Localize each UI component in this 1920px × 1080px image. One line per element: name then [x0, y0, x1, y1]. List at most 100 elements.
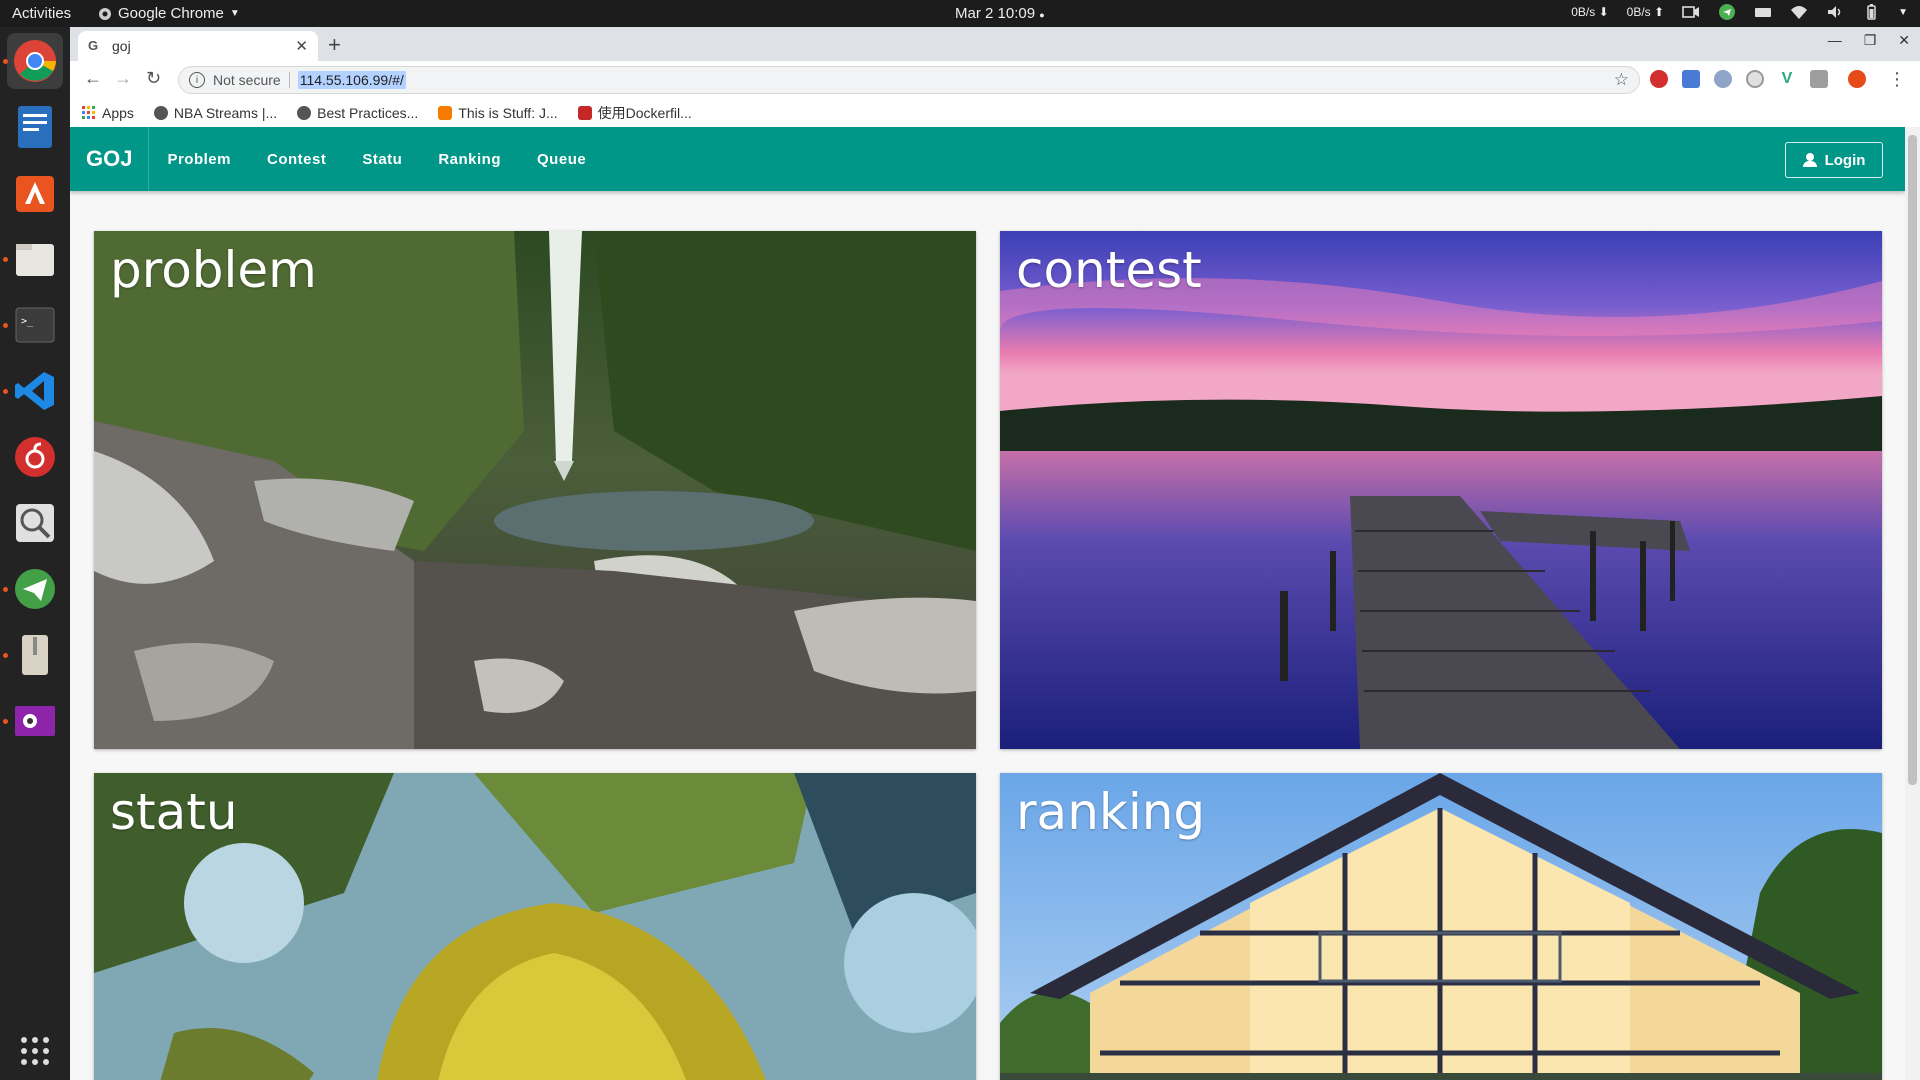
- dock-video[interactable]: [7, 693, 63, 749]
- bookmark-dockerfile[interactable]: 使用Dockerfil...: [577, 103, 692, 123]
- system-top-bar: Activities Google Chrome ▼ Mar 2 10:09 ●…: [0, 0, 1920, 27]
- bookmark-apps[interactable]: Apps: [82, 105, 134, 121]
- nav-statu[interactable]: Statu: [344, 151, 420, 168]
- new-tab-icon[interactable]: +: [328, 32, 341, 58]
- card-ranking[interactable]: ranking: [1000, 773, 1882, 1080]
- bookmark-nba-streams[interactable]: NBA Streams |...: [153, 105, 277, 121]
- bookmark-label: Best Practices...: [317, 105, 419, 121]
- profile-avatar-icon[interactable]: [1848, 70, 1866, 88]
- telegram-icon: [15, 569, 55, 609]
- chrome-icon: [14, 40, 56, 82]
- bookmark-best-practices[interactable]: Best Practices...: [297, 105, 418, 121]
- show-applications[interactable]: [7, 1023, 63, 1079]
- bookmark-label: This is Stuff: J...: [458, 105, 558, 121]
- net-up-speed: 0B/s ⬆: [1627, 5, 1664, 19]
- globe-icon: [153, 106, 168, 120]
- dock-archive[interactable]: [7, 627, 63, 683]
- tab-title: goj: [112, 38, 131, 54]
- video-player-icon: [15, 706, 55, 736]
- running-indicator: [3, 587, 8, 592]
- chrome-small-icon: [99, 7, 111, 20]
- card-contest[interactable]: contest: [1000, 231, 1882, 749]
- apps-grid-icon: [82, 106, 95, 119]
- card-problem[interactable]: problem: [94, 231, 976, 749]
- running-indicator: [3, 653, 8, 658]
- bookmark-this-is-stuff[interactable]: This is Stuff: J...: [438, 105, 558, 121]
- tray-caret-icon[interactable]: ▼: [1898, 7, 1908, 18]
- running-indicator: [3, 389, 8, 394]
- globe-icon: [297, 106, 312, 120]
- document-writer-icon: [18, 106, 52, 148]
- nav-contest[interactable]: Contest: [249, 151, 344, 168]
- dock-telegram[interactable]: [7, 561, 63, 617]
- notification-dot-icon: ●: [1039, 10, 1045, 20]
- wifi-icon[interactable]: [1790, 4, 1808, 20]
- adblock-extension-icon[interactable]: [1650, 70, 1668, 88]
- download-extension-icon[interactable]: [1810, 70, 1828, 88]
- lake-dock-image: [1000, 231, 1882, 749]
- arrow-up-icon: ⬆: [1654, 5, 1665, 19]
- page-viewport: GOJ Problem Contest Statu Ranking Queue …: [70, 127, 1920, 1080]
- dock-terminal[interactable]: >_: [7, 297, 63, 353]
- forward-icon[interactable]: →: [114, 68, 132, 89]
- telegram-tray-icon[interactable]: [1718, 4, 1736, 20]
- close-tab-icon[interactable]: ✕: [295, 37, 308, 55]
- svg-text:>_: >_: [21, 316, 34, 327]
- url-text[interactable]: 114.55.106.99/#/: [297, 71, 406, 89]
- page-scrollbar[interactable]: [1905, 127, 1920, 1080]
- system-tray[interactable]: 0B/s ⬇ 0B/s ⬆ ▼: [1571, 4, 1908, 20]
- screen-record-icon[interactable]: [1682, 4, 1700, 20]
- restore-icon[interactable]: ❐: [1864, 32, 1877, 49]
- scrollbar-thumb[interactable]: [1908, 135, 1917, 785]
- nav-ranking[interactable]: Ranking: [420, 151, 519, 168]
- magnifier-icon: [16, 504, 54, 542]
- browser-window: G goj ✕ + — ❐ ✕ ← → ↻ i Not secure 114.5…: [70, 27, 1920, 1080]
- dock-software[interactable]: [7, 165, 63, 221]
- minimize-icon[interactable]: —: [1828, 32, 1842, 49]
- files-icon: [16, 244, 54, 276]
- waterfall-image: [94, 231, 976, 749]
- login-button[interactable]: Login: [1785, 142, 1883, 178]
- chrome-menu-icon[interactable]: ⋮: [1888, 69, 1906, 90]
- security-label: Not secure: [213, 72, 281, 88]
- back-icon[interactable]: ←: [84, 68, 102, 89]
- nav-problem[interactable]: Problem: [149, 151, 249, 168]
- info-icon[interactable]: i: [189, 72, 205, 88]
- running-indicator: [3, 719, 8, 724]
- arrow-down-icon: ⬇: [1598, 5, 1609, 19]
- address-bar[interactable]: i Not secure 114.55.106.99/#/ ☆: [178, 66, 1640, 94]
- bookmark-star-icon[interactable]: ☆: [1614, 70, 1629, 90]
- volume-icon[interactable]: [1826, 4, 1844, 20]
- battery-icon[interactable]: [1862, 4, 1880, 20]
- reload-icon[interactable]: ↻: [146, 68, 161, 89]
- running-indicator: [3, 257, 8, 262]
- keyboard-icon[interactable]: [1754, 4, 1772, 20]
- nav-queue[interactable]: Queue: [519, 151, 604, 168]
- card-statu[interactable]: statu: [94, 773, 976, 1080]
- net-up-label: 0B/s: [1626, 5, 1651, 19]
- software-center-icon: [16, 176, 54, 212]
- card-title: problem: [110, 241, 317, 299]
- clock[interactable]: Mar 2 10:09 ●: [955, 5, 1045, 22]
- activities-button[interactable]: Activities: [12, 5, 71, 22]
- tab-goj[interactable]: G goj ✕: [78, 31, 318, 61]
- extension-icon[interactable]: [1714, 70, 1732, 88]
- user-icon: [1802, 153, 1817, 167]
- music-player-icon: [15, 437, 55, 477]
- dock-vscode[interactable]: [7, 363, 63, 419]
- vue-devtools-icon[interactable]: V: [1778, 70, 1796, 88]
- dock-chrome[interactable]: [7, 33, 63, 89]
- bookmark-label: Apps: [102, 105, 134, 121]
- clock-label: Mar 2 10:09: [955, 5, 1036, 22]
- close-window-icon[interactable]: ✕: [1898, 32, 1910, 49]
- dock-files[interactable]: [7, 231, 63, 287]
- extension-badge-icon[interactable]: [1746, 70, 1764, 88]
- running-indicator: [3, 323, 8, 328]
- app-menu[interactable]: Google Chrome ▼: [98, 5, 240, 22]
- brand-logo[interactable]: GOJ: [70, 127, 150, 191]
- dock-magnifier[interactable]: [7, 495, 63, 551]
- dock-netease-music[interactable]: [7, 429, 63, 485]
- dock-writer[interactable]: [7, 99, 63, 155]
- translate-extension-icon[interactable]: [1682, 70, 1700, 88]
- net-down-label: 0B/s: [1571, 5, 1596, 19]
